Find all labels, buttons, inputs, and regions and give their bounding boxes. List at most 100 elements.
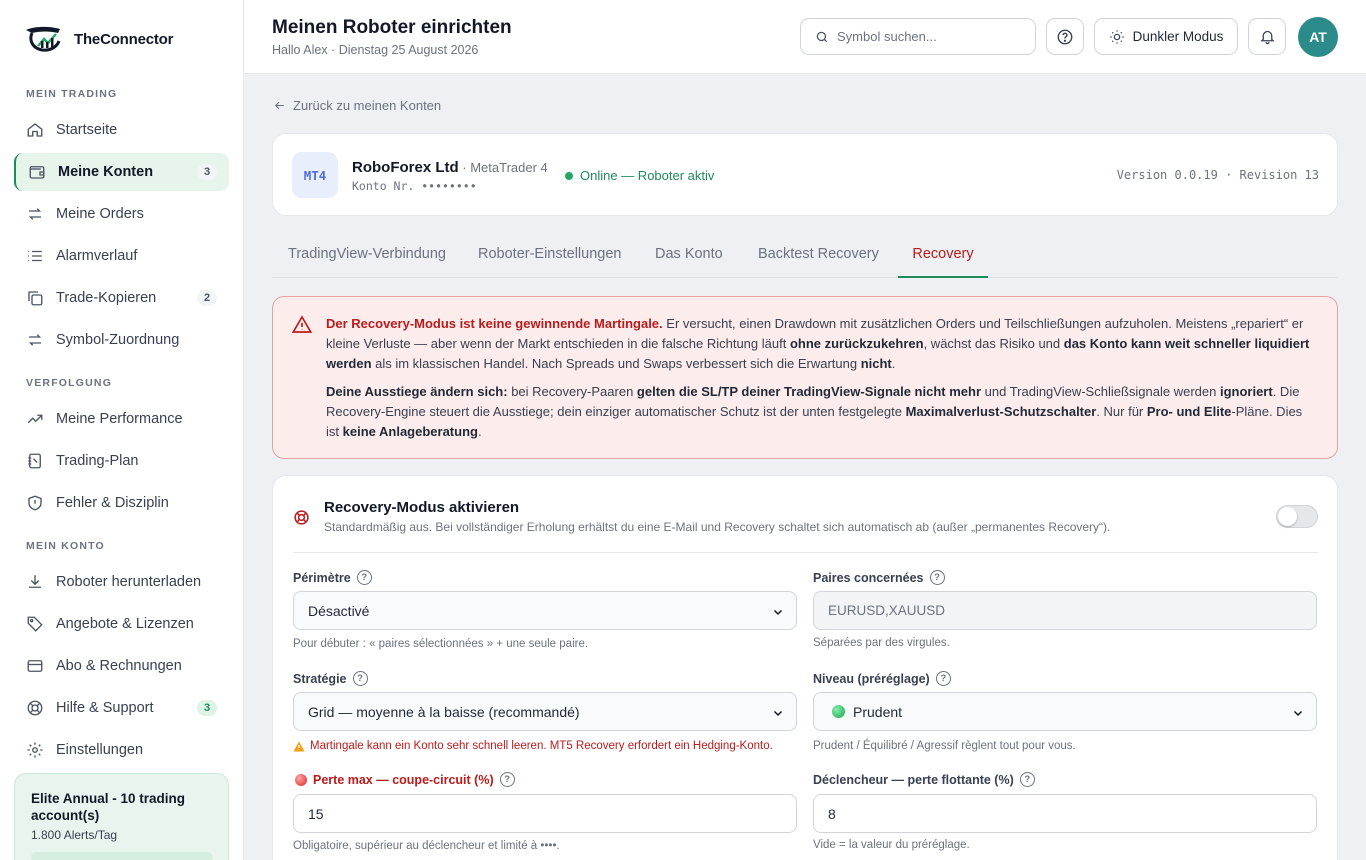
- field-label-text: Paires concernées: [813, 570, 924, 585]
- sidebar-item-trade-kopieren[interactable]: Trade-Kopieren 2: [14, 279, 229, 317]
- top-bar: Meinen Roboter einrichten Hallo Alex · D…: [244, 0, 1366, 74]
- sidebar-item-label: Einstellungen: [56, 742, 144, 758]
- trend-up-icon: [26, 410, 44, 428]
- page-subtitle: Hallo Alex · Dienstag 25 August 2026: [272, 43, 479, 57]
- niveau-select[interactable]: Prudent: [813, 692, 1317, 731]
- dark-mode-button[interactable]: Dunkler Modus: [1094, 18, 1238, 55]
- warning-text-segment: ignoriert: [1219, 384, 1273, 399]
- niveau-help: Prudent / Équilibré / Agressif règlent t…: [813, 740, 1076, 752]
- search-icon: [815, 30, 829, 44]
- warning-text-segment: Der Recovery-Modus ist keine gewinnende …: [326, 316, 663, 331]
- tab-backtest-recovery[interactable]: Backtest Recovery: [758, 246, 879, 278]
- sun-icon: [1109, 29, 1125, 45]
- sidebar-item-label: Meine Orders: [56, 206, 144, 222]
- sidebar-item-label: Alarmverlauf: [56, 248, 138, 264]
- arrows-swap-icon: [26, 331, 44, 349]
- search-input[interactable]: [837, 29, 1017, 44]
- sidebar-item-meine-orders[interactable]: Meine Orders: [14, 195, 229, 233]
- declencheur-label: Déclencheur — perte flottante (%)?: [813, 772, 1035, 787]
- sidebar-item-label: Trade-Kopieren: [56, 290, 157, 306]
- warning-text-segment: ohne zurückzukehren: [789, 336, 924, 351]
- select-value: Désactivé: [308, 602, 370, 619]
- broker-name: RoboForex Ltd · MetaTrader 4: [352, 159, 548, 176]
- perte-max-label: Perte max — coupe-circuit (%)?: [293, 772, 515, 787]
- chevron-down-icon: [772, 707, 784, 719]
- help-question-icon[interactable]: ?: [929, 570, 945, 585]
- help-question-icon[interactable]: ?: [352, 671, 368, 686]
- tab-tradingview-verbindung[interactable]: TradingView-Verbindung: [288, 246, 446, 278]
- tab-roboter-einstellungen[interactable]: Roboter-Einstellungen: [478, 246, 621, 278]
- sidebar-item-meine-konten[interactable]: Meine Konten 3: [14, 153, 229, 191]
- notifications-button[interactable]: [1248, 18, 1286, 55]
- tab-recovery[interactable]: Recovery: [898, 246, 988, 278]
- sidebar-item-meine-performance[interactable]: Meine Performance: [14, 400, 229, 438]
- search-box[interactable]: [800, 18, 1036, 55]
- sidebar-item-label: Fehler & Disziplin: [56, 495, 169, 511]
- section-title-verfolgung: VERFOLGUNG: [26, 377, 113, 389]
- bell-icon: [1259, 28, 1276, 45]
- sidebar-item-einstellungen[interactable]: Einstellungen: [14, 731, 229, 769]
- sidebar-item-trading-plan[interactable]: Trading-Plan: [14, 442, 229, 480]
- strategie-label: Stratégie?: [293, 671, 368, 686]
- recovery-subtitle: Standardmäßig aus. Bei vollständiger Erh…: [324, 520, 1111, 534]
- sidebar-item-label: Meine Performance: [56, 411, 183, 427]
- tab-das-konto[interactable]: Das Konto: [655, 246, 723, 278]
- credit-card-icon: [26, 657, 44, 675]
- help-button[interactable]: [1046, 18, 1084, 55]
- warning-icon: [293, 741, 305, 752]
- perte-max-input[interactable]: 15: [293, 794, 797, 833]
- divider: [293, 552, 1318, 553]
- warning-text-segment: .: [891, 356, 896, 371]
- strategie-select[interactable]: Grid — moyenne à la baisse (recommandé): [293, 692, 797, 731]
- back-link-label: Zurück zu meinen Konten: [293, 98, 442, 113]
- sidebar-item-fehler-disziplin[interactable]: Fehler & Disziplin: [14, 484, 229, 522]
- warning-text-segment: bei Recovery-Paaren: [507, 384, 637, 399]
- sidebar-item-angebote-lizenzen[interactable]: Angebote & Lizenzen: [14, 605, 229, 643]
- brand-logo[interactable]: TheConnector: [24, 24, 173, 54]
- lifebuoy-icon: [26, 699, 44, 717]
- warning-text-segment: Maximalverlust-Schutzschalter: [905, 404, 1097, 419]
- arrows-swap-icon: [26, 205, 44, 223]
- warning-text-segment: und TradingView-Schließsignale werden: [981, 384, 1220, 399]
- gear-icon: [26, 741, 44, 759]
- help-question-icon[interactable]: ?: [935, 671, 951, 686]
- recovery-toggle[interactable]: [1276, 505, 1318, 528]
- back-link[interactable]: Zurück zu meinen Konten: [273, 98, 441, 113]
- tab-bar: TradingView-Verbindung Roboter-Einstellu…: [272, 234, 1338, 278]
- help-question-icon[interactable]: ?: [356, 570, 372, 585]
- red-circle-icon: [295, 773, 307, 786]
- shield-icon: [26, 494, 44, 512]
- plan-alerts: 1.800 Alerts/Tag: [31, 828, 118, 842]
- question-circle-icon: [1056, 28, 1074, 46]
- sidebar: TheConnector MEIN TRADING Startseite Mei…: [0, 0, 244, 860]
- sidebar-item-roboter-herunterladen[interactable]: Roboter herunterladen: [14, 563, 229, 601]
- paires-input[interactable]: EURUSD,XAUUSD: [813, 591, 1317, 630]
- help-question-icon[interactable]: ?: [1019, 772, 1035, 787]
- field-label-text: Périmètre: [293, 570, 351, 585]
- perte-max-help: Obligatoire, supérieur au déclencheur et…: [293, 840, 560, 852]
- sidebar-item-abo-rechnungen[interactable]: Abo & Rechnungen: [14, 647, 229, 685]
- tag-icon: [26, 615, 44, 633]
- sidebar-item-alarmverlauf[interactable]: Alarmverlauf: [14, 237, 229, 275]
- plan-title: Elite Annual - 10 trading account(s): [31, 791, 186, 823]
- sidebar-item-startseite[interactable]: Startseite: [14, 111, 229, 149]
- list-icon: [26, 247, 44, 265]
- strategie-help: Martingale kann ein Konto sehr schnell l…: [310, 740, 773, 752]
- version-info: Version 0.0.19 · Revision 13: [1116, 168, 1319, 182]
- sidebar-item-hilfe-support[interactable]: Hilfe & Support 3: [14, 689, 229, 727]
- declencheur-input[interactable]: 8: [813, 794, 1317, 833]
- perimetre-help: Pour débuter : « paires sélectionnées » …: [293, 638, 589, 650]
- avatar[interactable]: AT: [1298, 17, 1338, 57]
- warning-text-segment: als im klassischen Handel. Nach Spreads …: [371, 356, 861, 371]
- dark-mode-label: Dunkler Modus: [1132, 29, 1224, 44]
- warning-paragraph-2: Deine Ausstiege ändern sich: bei Recover…: [326, 382, 1313, 442]
- arrow-left-icon: [273, 99, 286, 112]
- broker-label: RoboForex Ltd: [352, 159, 459, 176]
- sidebar-item-label: Trading-Plan: [56, 453, 139, 469]
- perimetre-select[interactable]: Désactivé: [293, 591, 797, 630]
- help-question-icon[interactable]: ?: [499, 772, 515, 787]
- warning-paragraph-1: Der Recovery-Modus ist keine gewinnende …: [326, 314, 1313, 374]
- home-icon: [26, 121, 44, 139]
- sidebar-item-symbol-zuordnung[interactable]: Symbol-Zuordnung: [14, 321, 229, 359]
- toggle-knob: [1278, 507, 1297, 526]
